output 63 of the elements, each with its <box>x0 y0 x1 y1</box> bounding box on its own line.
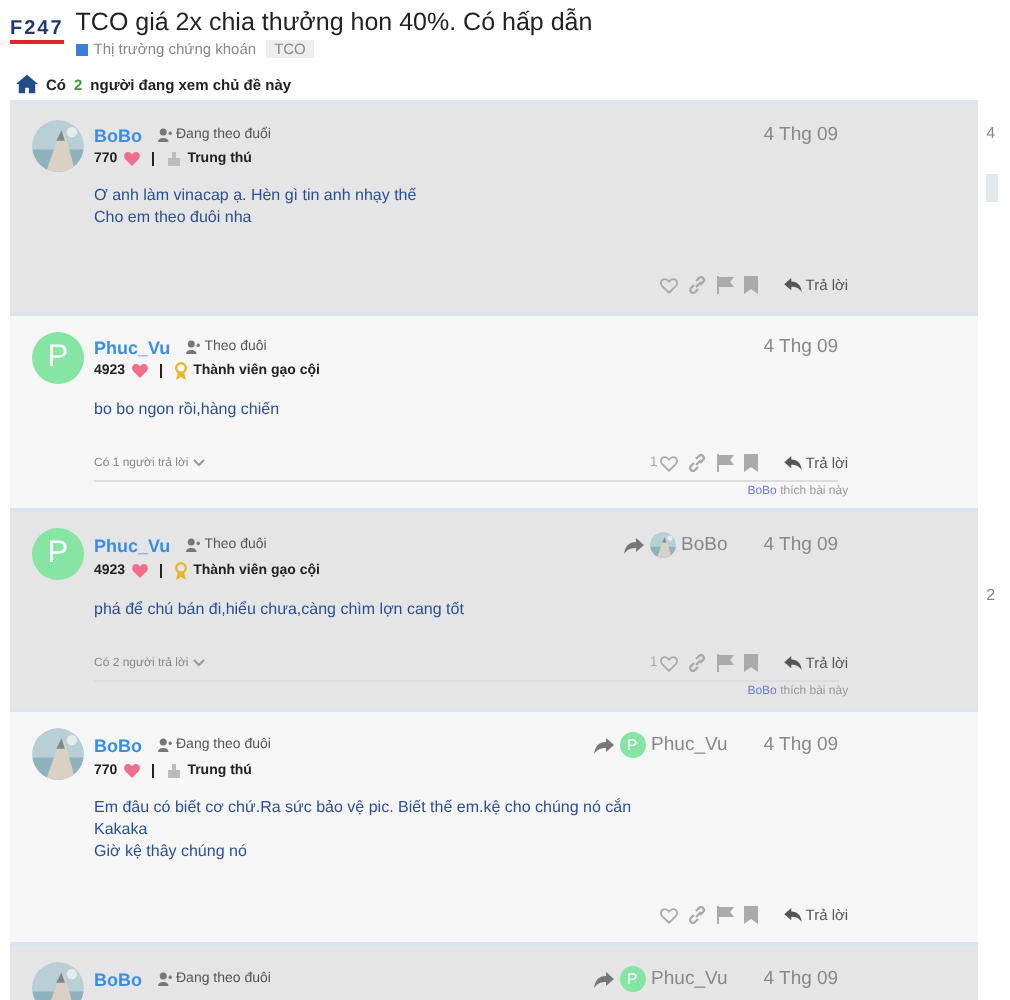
link-icon[interactable] <box>687 654 706 672</box>
reply-icon <box>783 656 802 670</box>
share-icon <box>593 737 614 753</box>
ribbon-icon <box>173 562 188 580</box>
like-icon[interactable] <box>659 655 678 671</box>
post-date[interactable]: 4 Thg 09 <box>763 734 839 756</box>
post-date[interactable]: 4 Thg 09 <box>763 124 839 146</box>
username-link[interactable]: Phuc_Vu <box>94 337 171 357</box>
person-icon <box>158 972 172 986</box>
link-icon[interactable] <box>687 454 706 472</box>
trophy-icon <box>165 762 182 778</box>
site-logo[interactable]: F247 <box>10 20 64 44</box>
post-text: bo bo ngon rồi,hàng chiến <box>94 398 282 422</box>
flag-icon[interactable] <box>715 276 734 294</box>
reply-icon <box>783 456 802 470</box>
bookmark-icon[interactable] <box>743 454 758 472</box>
bookmark-icon[interactable] <box>743 654 758 672</box>
like-icon[interactable] <box>659 907 678 923</box>
post-date[interactable]: 4 Thg 09 <box>763 336 839 358</box>
username-link[interactable]: BoBo <box>94 735 142 755</box>
post-text: phá để chú bán đi,hiểu chưa,càng chìm lợn cang tốt <box>94 598 466 622</box>
like-icon[interactable] <box>659 455 678 471</box>
person-icon <box>158 738 172 752</box>
username-link[interactable]: BoBo <box>94 125 142 145</box>
bookmark-icon[interactable] <box>743 276 758 294</box>
person-icon <box>186 538 201 552</box>
heart-icon <box>123 151 140 165</box>
username-link[interactable]: BoBo <box>94 969 142 989</box>
chevron-icon <box>192 658 207 668</box>
post-date[interactable]: 4 Thg 09 <box>763 534 839 556</box>
link-icon[interactable] <box>687 276 706 294</box>
flag-icon[interactable] <box>715 906 734 924</box>
heart-icon <box>131 564 148 578</box>
divider-bar <box>151 151 154 165</box>
topic-title: TCO giá 2x chia thưởng hon 40%. Có hấp dẫn <box>75 8 593 38</box>
timeline-date: 2 <box>986 586 998 604</box>
username-link[interactable]: Phuc_Vu <box>94 535 171 555</box>
bookmark-icon[interactable] <box>743 906 758 924</box>
divider-bar <box>159 364 162 378</box>
divider-bar <box>159 564 162 578</box>
reply-icon <box>783 908 802 922</box>
flag-icon[interactable] <box>715 654 734 672</box>
post-date[interactable]: 4 Thg 09 <box>763 968 839 990</box>
chevron-icon <box>192 458 207 468</box>
trophy-icon <box>165 150 182 166</box>
timeline-date: 4 <box>986 124 998 142</box>
person-icon <box>186 340 201 354</box>
divider-bar <box>151 763 154 777</box>
like-icon[interactable] <box>659 277 678 293</box>
link-icon[interactable] <box>687 906 706 924</box>
heart-icon <box>131 364 148 378</box>
timeline-handle[interactable] <box>986 174 999 202</box>
share-icon <box>593 971 614 987</box>
ribbon-icon <box>173 362 188 380</box>
share-icon <box>623 537 644 553</box>
flag-icon[interactable] <box>715 454 734 472</box>
post-text: Ơ anh làm vinacap ạ. Hèn gì tin anh nhạy thế Cho em theo đuôi nha <box>94 184 419 230</box>
home-icon[interactable] <box>16 74 38 94</box>
post-text: Em đâu có biết cơ chứ.Ra sức bảo vệ pic. Biết thế em.kệ cho chúng nó cắn Kakaka Giờ kệ thây chúng nó <box>94 796 634 862</box>
reply-icon <box>783 278 802 292</box>
person-icon <box>158 128 172 142</box>
heart-icon <box>123 763 140 777</box>
reply-to-link[interactable]: BoBo <box>623 532 728 558</box>
